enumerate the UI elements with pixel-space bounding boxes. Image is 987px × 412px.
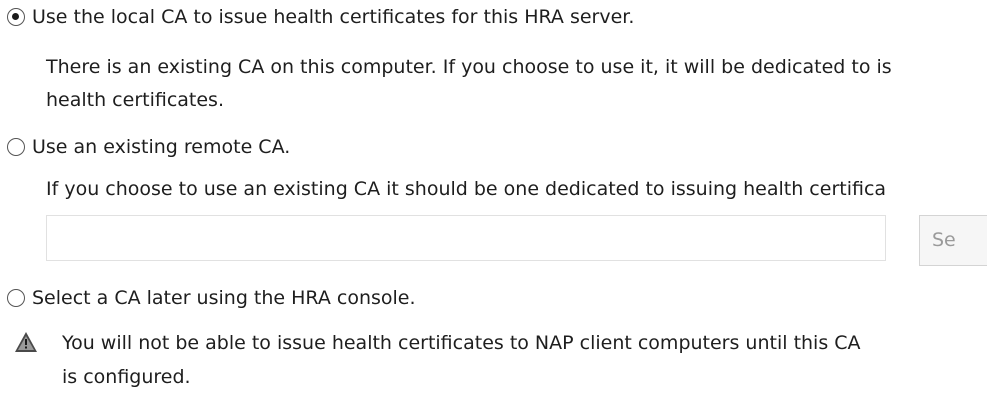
warning-text-line1: You will not be able to issue health cer… — [62, 332, 861, 354]
option-remote-ca-description: If you choose to use an existing CA it s… — [46, 178, 887, 200]
option-remote-ca-label[interactable]: Use an existing remote CA. — [32, 133, 290, 161]
option-local-ca-label[interactable]: Use the local CA to issue health certifi… — [32, 3, 634, 31]
radio-selected-dot — [12, 13, 19, 20]
radio-use-local-ca[interactable] — [7, 8, 25, 26]
remote-ca-input[interactable] — [46, 215, 886, 261]
option-local-ca-description: There is an existing CA on this computer… — [46, 56, 892, 78]
option-local-ca-description-line2: health certificates. — [46, 89, 224, 111]
warning-triangle-icon — [15, 332, 37, 352]
radio-use-remote-ca[interactable] — [7, 138, 25, 156]
warning-text-line2: is configured. — [62, 366, 191, 388]
radio-select-ca-later[interactable] — [7, 289, 25, 307]
option-select-later-label[interactable]: Select a CA later using the HRA console. — [32, 284, 416, 312]
select-ca-button[interactable]: Se — [919, 215, 987, 266]
